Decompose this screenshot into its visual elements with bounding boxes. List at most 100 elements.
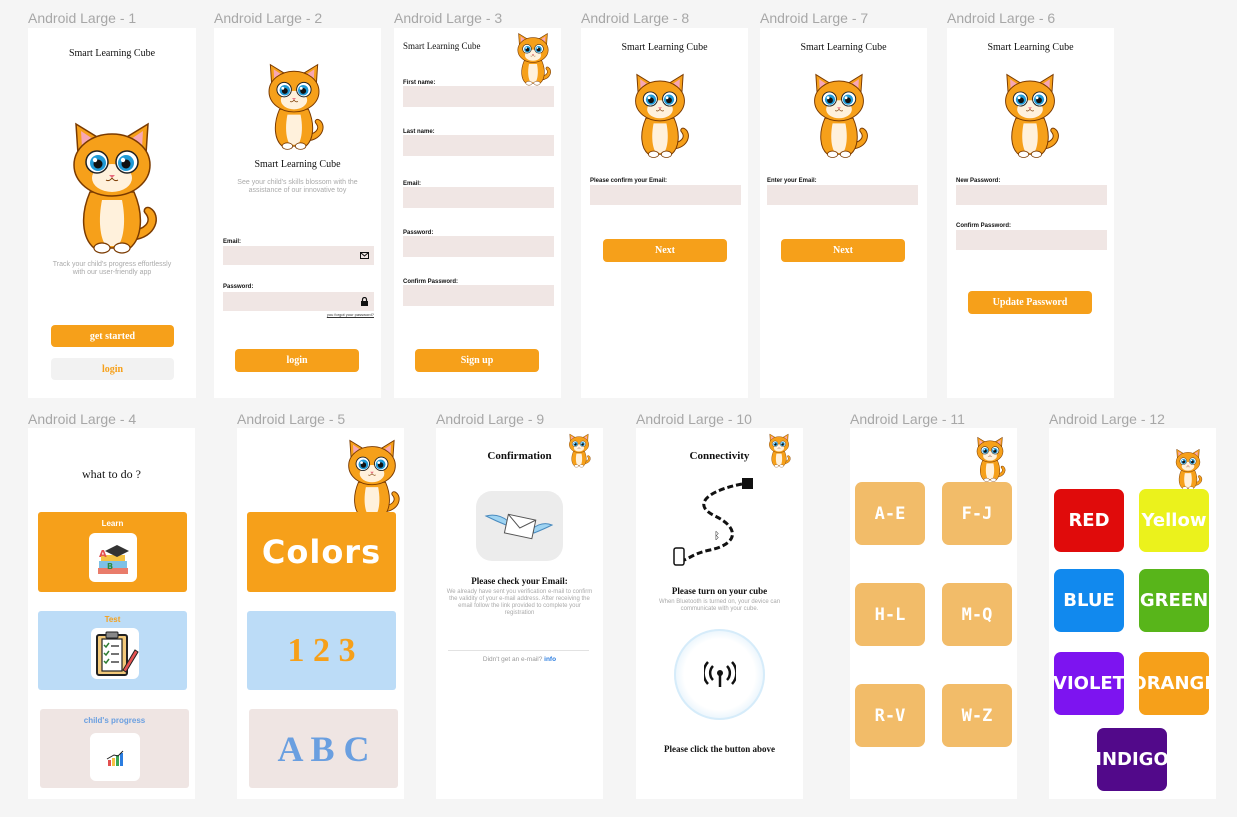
sign-up-button[interactable]: Sign up: [415, 349, 539, 372]
cat-mascot-icon: [1175, 449, 1203, 491]
frame-android-large-11: A-E F-J H-L M-Q R-V W-Z: [850, 428, 1017, 799]
color-tile-blue[interactable]: BLUE: [1054, 569, 1124, 632]
cat-mascot-icon: [976, 437, 1006, 482]
email-label: Enter your Email:: [767, 178, 817, 184]
frame-label-7: Android Large - 7: [760, 10, 869, 26]
cat-mascot-icon: [769, 433, 791, 468]
frame-android-large-4: what to do ? Learn AB Test child's progr…: [28, 428, 195, 799]
lock-icon: [361, 297, 368, 306]
cat-mascot-icon: [635, 74, 689, 158]
colors-button[interactable]: Colors: [247, 512, 396, 592]
tagline: See your child's skills blossom with the…: [237, 179, 358, 195]
last-name-field[interactable]: [403, 135, 554, 156]
cat-mascot-icon: [268, 64, 324, 150]
svg-text:B: B: [107, 562, 113, 571]
cat-mascot-icon: [1005, 74, 1059, 158]
cat-mascot-icon: [569, 433, 591, 468]
tile-r-v[interactable]: R-V: [855, 684, 925, 747]
confirm-password-field[interactable]: [956, 230, 1107, 250]
login-button[interactable]: login: [235, 349, 359, 372]
frame-android-large-6: Smart Learning Cube New Password: Confir…: [947, 28, 1114, 398]
cat-mascot-icon: [814, 74, 868, 158]
frame-label-10: Android Large - 10: [636, 411, 752, 427]
app-title: Smart Learning Cube: [987, 42, 1074, 53]
numbers-button[interactable]: 1 2 3: [247, 611, 396, 690]
frame-label-5: Android Large - 5: [237, 411, 346, 427]
frame-android-large-1: Smart Learning Cube Track your child's p…: [28, 28, 196, 398]
verification-text: We already have sent you verification e-…: [446, 589, 593, 616]
next-button[interactable]: Next: [603, 239, 727, 262]
resend-prompt: Didn't get an e-mail?: [482, 656, 543, 663]
frame-label-3: Android Large - 3: [394, 10, 503, 26]
bluetooth-text: When Bluetooth is turned on, your device…: [658, 599, 781, 612]
tile-m-q[interactable]: M-Q: [942, 583, 1012, 646]
confirm-password-field[interactable]: [403, 285, 554, 306]
signal-icon: [704, 661, 736, 687]
letters-label: A B C: [277, 728, 370, 769]
learn-icon: AB: [89, 533, 137, 582]
app-title: Smart Learning Cube: [254, 159, 341, 170]
password-label: Password:: [223, 284, 254, 290]
childs-progress-label: child's progress: [83, 716, 146, 725]
color-tile-indigo[interactable]: INDIGO: [1095, 728, 1169, 791]
password-field[interactable]: [403, 236, 554, 257]
cat-mascot-icon: [73, 123, 157, 254]
email-field[interactable]: [767, 185, 918, 205]
learn-label: Learn: [101, 519, 124, 528]
test-label: Test: [104, 615, 121, 624]
numbers-label: 1 2 3: [287, 631, 356, 669]
info-link[interactable]: info: [544, 656, 556, 663]
click-instruction: Please click the button above: [664, 744, 775, 754]
app-title: Smart Learning Cube: [621, 42, 708, 53]
tile-h-l[interactable]: H-L: [855, 583, 925, 646]
chart-icon: [90, 733, 140, 781]
new-password-field[interactable]: [956, 185, 1107, 205]
heading: what to do ?: [82, 467, 141, 481]
cat-mascot-icon: [517, 33, 551, 86]
email-field[interactable]: [403, 187, 554, 208]
svg-text:ᛒ: ᛒ: [714, 531, 720, 542]
frame-android-large-12: RED Yellow BLUE GREEN VIOLET ORANGE INDI…: [1049, 428, 1216, 799]
update-password-button[interactable]: Update Password: [968, 291, 1092, 314]
frame-android-large-9: Confirmation Please check your Email: We…: [436, 428, 603, 799]
learn-button[interactable]: Learn AB: [38, 512, 187, 592]
frame-android-large-3: Smart Learning Cube First name: Last nam…: [394, 28, 561, 398]
first-name-field[interactable]: [403, 86, 554, 107]
tagline: Track your child's progress effortlessly…: [52, 261, 172, 277]
forgot-password-link[interactable]: you forgot your password?: [327, 312, 374, 317]
email-label: Email:: [223, 239, 242, 245]
color-tile-green[interactable]: GREEN: [1139, 569, 1209, 632]
frame-label-8: Android Large - 8: [581, 10, 690, 26]
color-tile-red[interactable]: RED: [1054, 489, 1124, 552]
next-button[interactable]: Next: [781, 239, 905, 262]
confirm-email-field[interactable]: [590, 185, 741, 205]
flying-envelope-icon: [476, 491, 563, 561]
resend-row: Didn't get an e-mail? info: [436, 656, 603, 663]
tile-a-e[interactable]: A-E: [855, 482, 925, 545]
frame-label-4: Android Large - 4: [28, 411, 137, 427]
color-tile-violet[interactable]: VIOLET: [1053, 652, 1125, 715]
tile-f-j[interactable]: F-J: [942, 482, 1012, 545]
frame-label-12: Android Large - 12: [1049, 411, 1165, 427]
divider: [448, 650, 589, 651]
colors-label: Colors: [261, 533, 382, 571]
get-started-button[interactable]: get started: [51, 325, 174, 347]
color-tile-yellow[interactable]: Yellow: [1139, 489, 1209, 552]
login-button[interactable]: login: [51, 358, 174, 380]
connect-button[interactable]: [674, 629, 765, 720]
frame-android-large-7: Smart Learning Cube Enter your Email: Ne…: [760, 28, 927, 398]
app-title: Smart Learning Cube: [800, 42, 887, 53]
frame-label-11: Android Large - 11: [850, 411, 965, 427]
test-button[interactable]: Test: [38, 611, 187, 690]
frame-android-large-2: Smart Learning Cube See your child's ski…: [214, 28, 381, 398]
tile-w-z[interactable]: W-Z: [942, 684, 1012, 747]
turn-on-heading: Please turn on your cube: [671, 586, 768, 596]
new-password-label: New Password:: [956, 178, 1001, 184]
letters-button[interactable]: A B C: [249, 709, 398, 788]
confirm-password-label: Confirm Password:: [956, 223, 1012, 229]
color-tile-orange[interactable]: ORANGE: [1131, 652, 1216, 715]
childs-progress-button[interactable]: child's progress: [40, 709, 189, 788]
frame-android-large-8: Smart Learning Cube Please confirm your …: [581, 28, 748, 398]
password-field[interactable]: [223, 292, 374, 311]
email-field[interactable]: [223, 246, 374, 265]
